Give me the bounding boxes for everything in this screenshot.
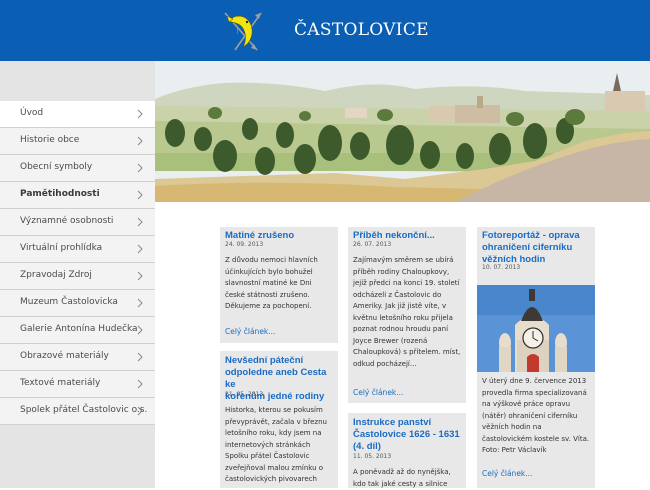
sidebar-item-label: Obecní symboly [20,162,93,172]
site-header: ČASTOLOVICE [0,0,650,61]
chevron-right-icon [137,352,143,362]
fish-arrow-crest-icon[interactable] [221,7,265,54]
sidebar-item-muzeum-castolovicka[interactable]: Muzeum Častolovicka [0,290,155,317]
sidebar-item-uvod[interactable]: Úvod [0,101,155,128]
article-date: 10. 07. 2013 [482,264,521,271]
article-title[interactable]: Instrukce panství Častolovice 1626 - 163… [353,417,460,453]
article-excerpt: Zajímavým směrem se ubírá příběh rodiny … [353,256,461,368]
article-photo[interactable] [477,285,595,372]
article-excerpt: A poněvadž až do nynějška, kdo tak jaké … [353,468,451,488]
sidebar-item-label: Významné osobnosti [20,216,114,226]
article-excerpt: V úterý dne 9. července 2013 provedla fi… [482,377,590,454]
chevron-right-icon [137,325,143,335]
article-date: 21. 05. 2013 [225,391,264,398]
sidebar-item-label: Obrazové materiály [20,351,109,361]
read-more-link[interactable]: Celý článek... [482,469,532,478]
sidebar-item-label: Pamětihodnosti [20,189,100,199]
article-excerpt: Z důvodu nemoci hlavních účinkujících by… [225,256,318,310]
chevron-right-icon [137,163,143,173]
chevron-right-icon [137,109,143,119]
site-title[interactable]: ČASTOLOVICE [294,20,429,40]
chevron-right-icon [137,298,143,308]
church-tower-photo [477,285,595,372]
sidebar-item-label: Spolek přátel Častolovic o.s. [20,405,148,415]
sidebar-item-zpravodaj-zdroj[interactable]: Zpravodaj Zdroj [0,263,155,290]
sidebar-item-textove-materialy[interactable]: Textové materiály [0,371,155,398]
sidebar-item-label: Galerie Antonína Hudečka [20,324,138,334]
article-excerpt: Historka, kterou se pokusím převyprávět,… [225,406,327,483]
sidebar-item-spolek-pratel[interactable]: Spolek přátel Častolovic o.s. [0,398,155,425]
sidebar-item-label: Muzeum Častolovicka [20,297,118,307]
sidebar-item-label: Zpravodaj Zdroj [20,270,92,280]
header-banner-painting [155,61,650,202]
sidebar-item-historie-obce[interactable]: Historie obce [0,128,155,155]
article-card: Příběh nekonční... 26. 07. 2013 Zajímavý… [348,227,466,403]
sidebar-item-obrazove-materialy[interactable]: Obrazové materiály [0,344,155,371]
sidebar-item-virtualni-prohlidka[interactable]: Virtuální prohlídka [0,236,155,263]
article-date: 11. 05. 2013 [353,453,392,460]
chevron-right-icon [137,379,143,389]
chevron-right-icon [137,244,143,254]
article-title[interactable]: Fotoreportáž - oprava ohraničení ciferní… [482,230,580,266]
sidebar-item-label: Virtuální prohlídka [20,243,103,253]
sidebar-item-pametihodnosti[interactable]: Pamětihodnosti [0,182,155,209]
article-card: Nevšední páteční odpoledne aneb Cesta ke… [220,351,338,488]
article-card: Matiné zrušeno 24. 09. 2013 Z důvodu nem… [220,227,338,343]
sidebar-item-galerie-antonina-hudecka[interactable]: Galerie Antonína Hudečka [0,317,155,344]
sidebar-item-label: Úvod [20,108,44,118]
chevron-right-icon [137,406,143,416]
article-card: Instrukce panství Častolovice 1626 - 163… [348,413,466,488]
article-date: 24. 09. 2013 [225,241,264,248]
chevron-right-icon [137,271,143,281]
read-more-link[interactable]: Celý článek... [353,388,403,397]
chevron-right-icon [137,217,143,227]
read-more-link[interactable]: Celý článek... [225,327,275,336]
landscape-painting-image [155,61,650,202]
chevron-right-icon [137,190,143,200]
sidebar-item-vyznamne-osobnosti[interactable]: Významné osobnosti [0,209,155,236]
article-date: 26. 07. 2013 [353,241,392,248]
article-card: Fotoreportáž - oprava ohraničení ciferní… [477,227,595,488]
chevron-right-icon [137,136,143,146]
sidebar-nav: Úvod Historie obce Obecní symboly Paměti… [0,101,155,425]
sidebar-item-label: Historie obce [20,135,80,145]
sidebar-item-label: Textové materiály [20,378,101,388]
sidebar-item-obecni-symboly[interactable]: Obecní symboly [0,155,155,182]
